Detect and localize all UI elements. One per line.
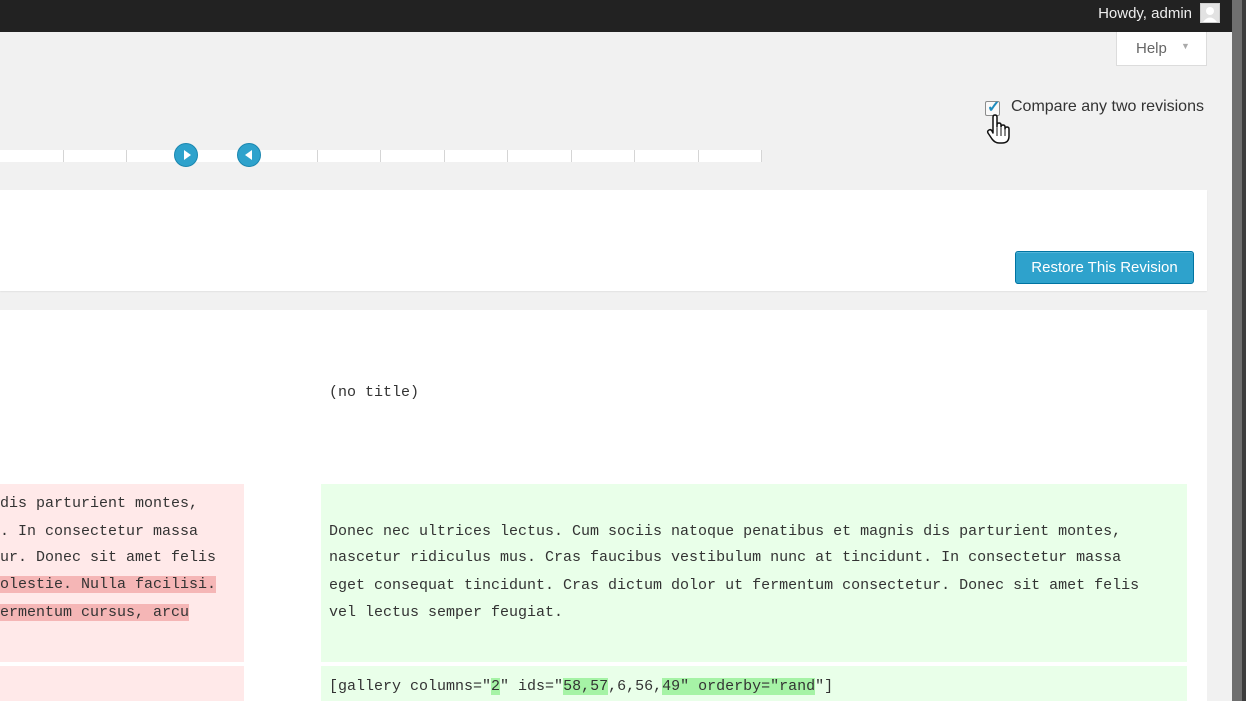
gallery-part: "] <box>815 678 834 695</box>
slider-handle-from[interactable] <box>174 143 198 167</box>
diff-deleted-gallery <box>0 666 244 701</box>
revision-tick[interactable] <box>571 150 635 162</box>
play-left-icon <box>245 150 252 160</box>
revision-tick[interactable] <box>317 150 381 162</box>
gallery-changed-part: 58,57 <box>563 678 609 695</box>
revision-tick[interactable] <box>444 150 508 162</box>
diff-deleted-content: dis parturient montes, . In consectetur … <box>0 484 244 662</box>
diff-line-deleted-highlight: olestie. Nulla facilisi. <box>0 576 217 593</box>
diff-line-added: nascetur ridiculus mus. Cras faucibus ve… <box>329 549 1122 566</box>
gallery-part: " ids=" <box>500 678 564 695</box>
avatar[interactable] <box>1200 3 1220 23</box>
diff-line-added: Donec nec ultrices lectus. Cum sociis na… <box>329 523 1122 540</box>
diff-line-added: vel lectus semper feugiat. <box>329 604 564 621</box>
diff-line-deleted: . In consectetur massa <box>0 523 199 540</box>
revision-tick[interactable] <box>381 150 445 162</box>
howdy-greeting[interactable]: Howdy, admin <box>1098 0 1192 32</box>
admin-bar: Howdy, admin <box>0 0 1232 32</box>
revision-tick[interactable] <box>0 150 64 162</box>
gallery-part: [gallery columns=" <box>329 678 492 695</box>
gallery-changed-part: 49" orderby="rand <box>662 678 816 695</box>
revision-tick[interactable] <box>508 150 572 162</box>
gallery-changed-part: 2 <box>491 678 501 695</box>
slider-handle-to[interactable] <box>237 143 261 167</box>
diff-gallery-shortcode: [gallery columns="2" ids="58,57,6,56,49"… <box>329 677 833 697</box>
help-label: Help <box>1136 40 1167 57</box>
diff-title-right: (no title) <box>329 384 420 401</box>
revision-tick[interactable] <box>254 150 318 162</box>
gallery-part: ,6,56, <box>608 678 663 695</box>
user-avatar-icon <box>1201 4 1219 22</box>
help-tab[interactable]: Help ▼ <box>1116 32 1207 66</box>
diff-line-deleted: dis parturient montes, <box>0 495 199 512</box>
revision-tick[interactable] <box>63 150 127 162</box>
revision-tick[interactable] <box>635 150 699 162</box>
play-right-icon <box>184 150 191 160</box>
diff-line-added: eget consequat tincidunt. Cras dictum do… <box>329 577 1140 594</box>
compare-label[interactable]: Compare any two revisions <box>1011 98 1204 116</box>
revision-slider-track[interactable] <box>0 150 762 162</box>
diff-line-deleted: ur. Donec sit amet felis <box>0 549 217 566</box>
hand-pointer-cursor-icon <box>985 114 1013 151</box>
restore-revision-button[interactable]: Restore This Revision <box>1015 251 1194 284</box>
caret-down-icon: ▼ <box>1181 41 1190 51</box>
revision-tick[interactable] <box>698 150 762 162</box>
diff-added-content <box>321 484 1187 662</box>
window-edge-dark <box>1242 0 1246 701</box>
diff-line-deleted-highlight: ermentum cursus, arcu <box>0 604 190 621</box>
